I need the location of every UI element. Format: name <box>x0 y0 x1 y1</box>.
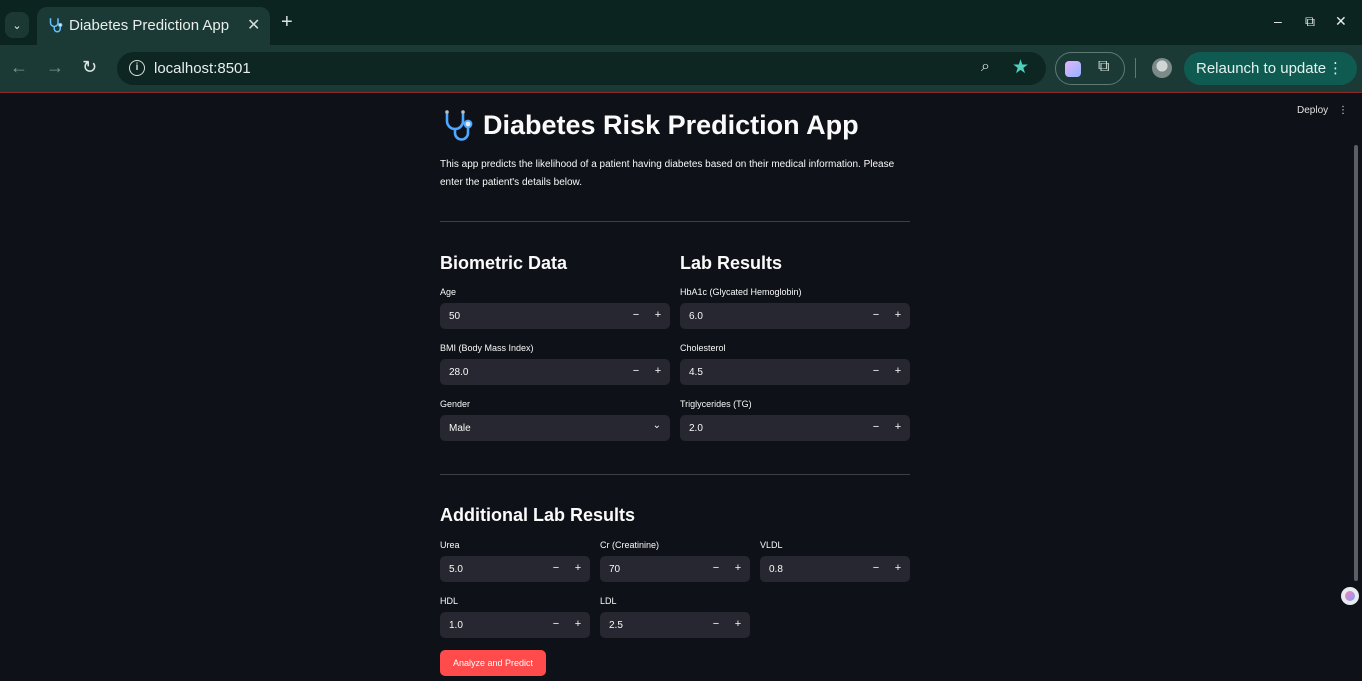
minimize-icon[interactable]: – <box>1274 13 1282 29</box>
divider <box>440 474 910 475</box>
hba1c-decrement-button[interactable]: − <box>869 309 883 321</box>
bookmark-star-icon[interactable]: ★ <box>1012 56 1029 79</box>
age-value[interactable]: 50 <box>449 311 460 322</box>
bmi-value[interactable]: 28.0 <box>449 367 468 378</box>
relaunch-label: Relaunch to update <box>1196 60 1327 77</box>
analyze-predict-button[interactable]: Analyze and Predict <box>440 650 546 676</box>
browser-toolbar: ← → ↻ i localhost:8501 ⌕ ★ ⧉ Relaunch to… <box>0 45 1362 92</box>
creatinine-value[interactable]: 70 <box>609 564 620 575</box>
vldl-increment-button[interactable]: + <box>891 562 905 574</box>
stethoscope-icon <box>49 18 63 33</box>
gender-label: Gender <box>440 399 471 409</box>
age-input[interactable]: 50 − + <box>440 303 670 329</box>
urea-increment-button[interactable]: + <box>571 562 585 574</box>
address-bar[interactable]: i localhost:8501 ⌕ ★ <box>117 52 1046 85</box>
intro-text: This app predicts the likelihood of a pa… <box>440 156 910 192</box>
triglycerides-decrement-button[interactable]: − <box>869 421 883 433</box>
hdl-label: HDL <box>440 596 459 606</box>
stethoscope-icon <box>445 110 473 141</box>
profile-avatar[interactable] <box>1152 58 1172 78</box>
additional-lab-heading: Additional Lab Results <box>440 505 636 525</box>
gender-select[interactable]: Male ⌄ <box>440 415 670 441</box>
tab-search-button[interactable]: ⌄ <box>5 12 29 38</box>
reload-icon[interactable]: ↻ <box>82 57 97 77</box>
url-text[interactable]: localhost:8501 <box>154 60 251 77</box>
vldl-value[interactable]: 0.8 <box>769 564 783 575</box>
vldl-decrement-button[interactable]: − <box>869 562 883 574</box>
urea-decrement-button[interactable]: − <box>549 562 563 574</box>
creatinine-increment-button[interactable]: + <box>731 562 745 574</box>
cholesterol-input[interactable]: 4.5 − + <box>680 359 910 385</box>
hdl-decrement-button[interactable]: − <box>549 618 563 630</box>
app-viewport: Deploy ⋮ Diabetes Risk Prediction App Th… <box>0 93 1362 681</box>
creatinine-decrement-button[interactable]: − <box>709 562 723 574</box>
biometric-heading: Biometric Data <box>440 253 568 273</box>
hdl-value[interactable]: 1.0 <box>449 620 463 631</box>
urea-input[interactable]: 5.0 − + <box>440 556 590 582</box>
restore-icon[interactable]: ⧉ <box>1305 13 1315 30</box>
divider <box>440 221 910 222</box>
age-increment-button[interactable]: + <box>651 309 665 321</box>
urea-value[interactable]: 5.0 <box>449 564 463 575</box>
browser-tab-active[interactable]: Diabetes Prediction App ✕ <box>37 7 270 45</box>
cholesterol-decrement-button[interactable]: − <box>869 365 883 377</box>
relaunch-button[interactable]: Relaunch to update ⋮ <box>1184 52 1357 85</box>
triglycerides-increment-button[interactable]: + <box>891 421 905 433</box>
intro-line-1: This app predicts the likelihood of a pa… <box>440 159 895 170</box>
creatinine-label: Cr (Creatinine) <box>600 540 660 550</box>
gender-value[interactable]: Male <box>449 423 471 434</box>
cholesterol-value[interactable]: 4.5 <box>689 367 703 378</box>
ldl-increment-button[interactable]: + <box>731 618 745 630</box>
lab-results-heading: Lab Results <box>680 253 783 273</box>
ldl-decrement-button[interactable]: − <box>709 618 723 630</box>
forward-arrow-icon[interactable]: → <box>46 57 64 77</box>
chevron-down-icon: ⌄ <box>12 19 22 32</box>
tab-title: Diabetes Prediction App <box>69 17 230 34</box>
hba1c-label: HbA1c (Glycated Hemoglobin) <box>680 287 802 297</box>
close-window-icon[interactable]: ✕ <box>1335 13 1347 30</box>
extension-icon[interactable] <box>1065 61 1081 77</box>
triglycerides-label: Triglycerides (TG) <box>680 399 752 409</box>
cholesterol-increment-button[interactable]: + <box>891 365 905 377</box>
new-tab-button[interactable]: + <box>281 12 293 32</box>
creatinine-input[interactable]: 70 − + <box>600 556 750 582</box>
hdl-input[interactable]: 1.0 − + <box>440 612 590 638</box>
bmi-label: BMI (Body Mass Index) <box>440 343 534 353</box>
toolbar-divider <box>1135 58 1136 78</box>
assistant-icon[interactable] <box>1341 587 1359 605</box>
ldl-value[interactable]: 2.5 <box>609 620 623 631</box>
extensions-group: ⧉ <box>1055 52 1125 85</box>
site-info-icon[interactable]: i <box>129 60 145 76</box>
vldl-label: VLDL <box>760 540 783 550</box>
vldl-input[interactable]: 0.8 − + <box>760 556 910 582</box>
app-menu-icon[interactable]: ⋮ <box>1338 105 1348 116</box>
hdl-increment-button[interactable]: + <box>571 618 585 630</box>
kebab-menu-icon[interactable]: ⋮ <box>1328 52 1343 85</box>
chevron-down-icon[interactable]: ⌄ <box>653 420 661 431</box>
back-arrow-icon[interactable]: ← <box>10 57 28 77</box>
browser-tab-strip: ⌄ Diabetes Prediction App ✕ + – ⧉ ✕ <box>0 0 1362 45</box>
age-label: Age <box>440 287 457 297</box>
ldl-input[interactable]: 2.5 − + <box>600 612 750 638</box>
intro-line-2: enter the patient's details below. <box>440 177 583 188</box>
hba1c-value[interactable]: 6.0 <box>689 311 703 322</box>
hba1c-input[interactable]: 6.0 − + <box>680 303 910 329</box>
scrollbar[interactable] <box>1354 145 1358 581</box>
deploy-button[interactable]: Deploy <box>1297 105 1328 116</box>
bmi-decrement-button[interactable]: − <box>629 365 643 377</box>
hba1c-increment-button[interactable]: + <box>891 309 905 321</box>
bmi-input[interactable]: 28.0 − + <box>440 359 670 385</box>
triglycerides-input[interactable]: 2.0 − + <box>680 415 910 441</box>
zoom-icon[interactable]: ⌕ <box>981 58 990 76</box>
ldl-label: LDL <box>600 596 617 606</box>
age-decrement-button[interactable]: − <box>629 309 643 321</box>
triglycerides-value[interactable]: 2.0 <box>689 423 703 434</box>
cholesterol-label: Cholesterol <box>680 343 726 353</box>
tab-close-icon[interactable]: ✕ <box>247 15 260 35</box>
urea-label: Urea <box>440 540 460 550</box>
puzzle-icon[interactable]: ⧉ <box>1098 58 1109 76</box>
page-title: Diabetes Risk Prediction App <box>483 110 859 140</box>
bmi-increment-button[interactable]: + <box>651 365 665 377</box>
